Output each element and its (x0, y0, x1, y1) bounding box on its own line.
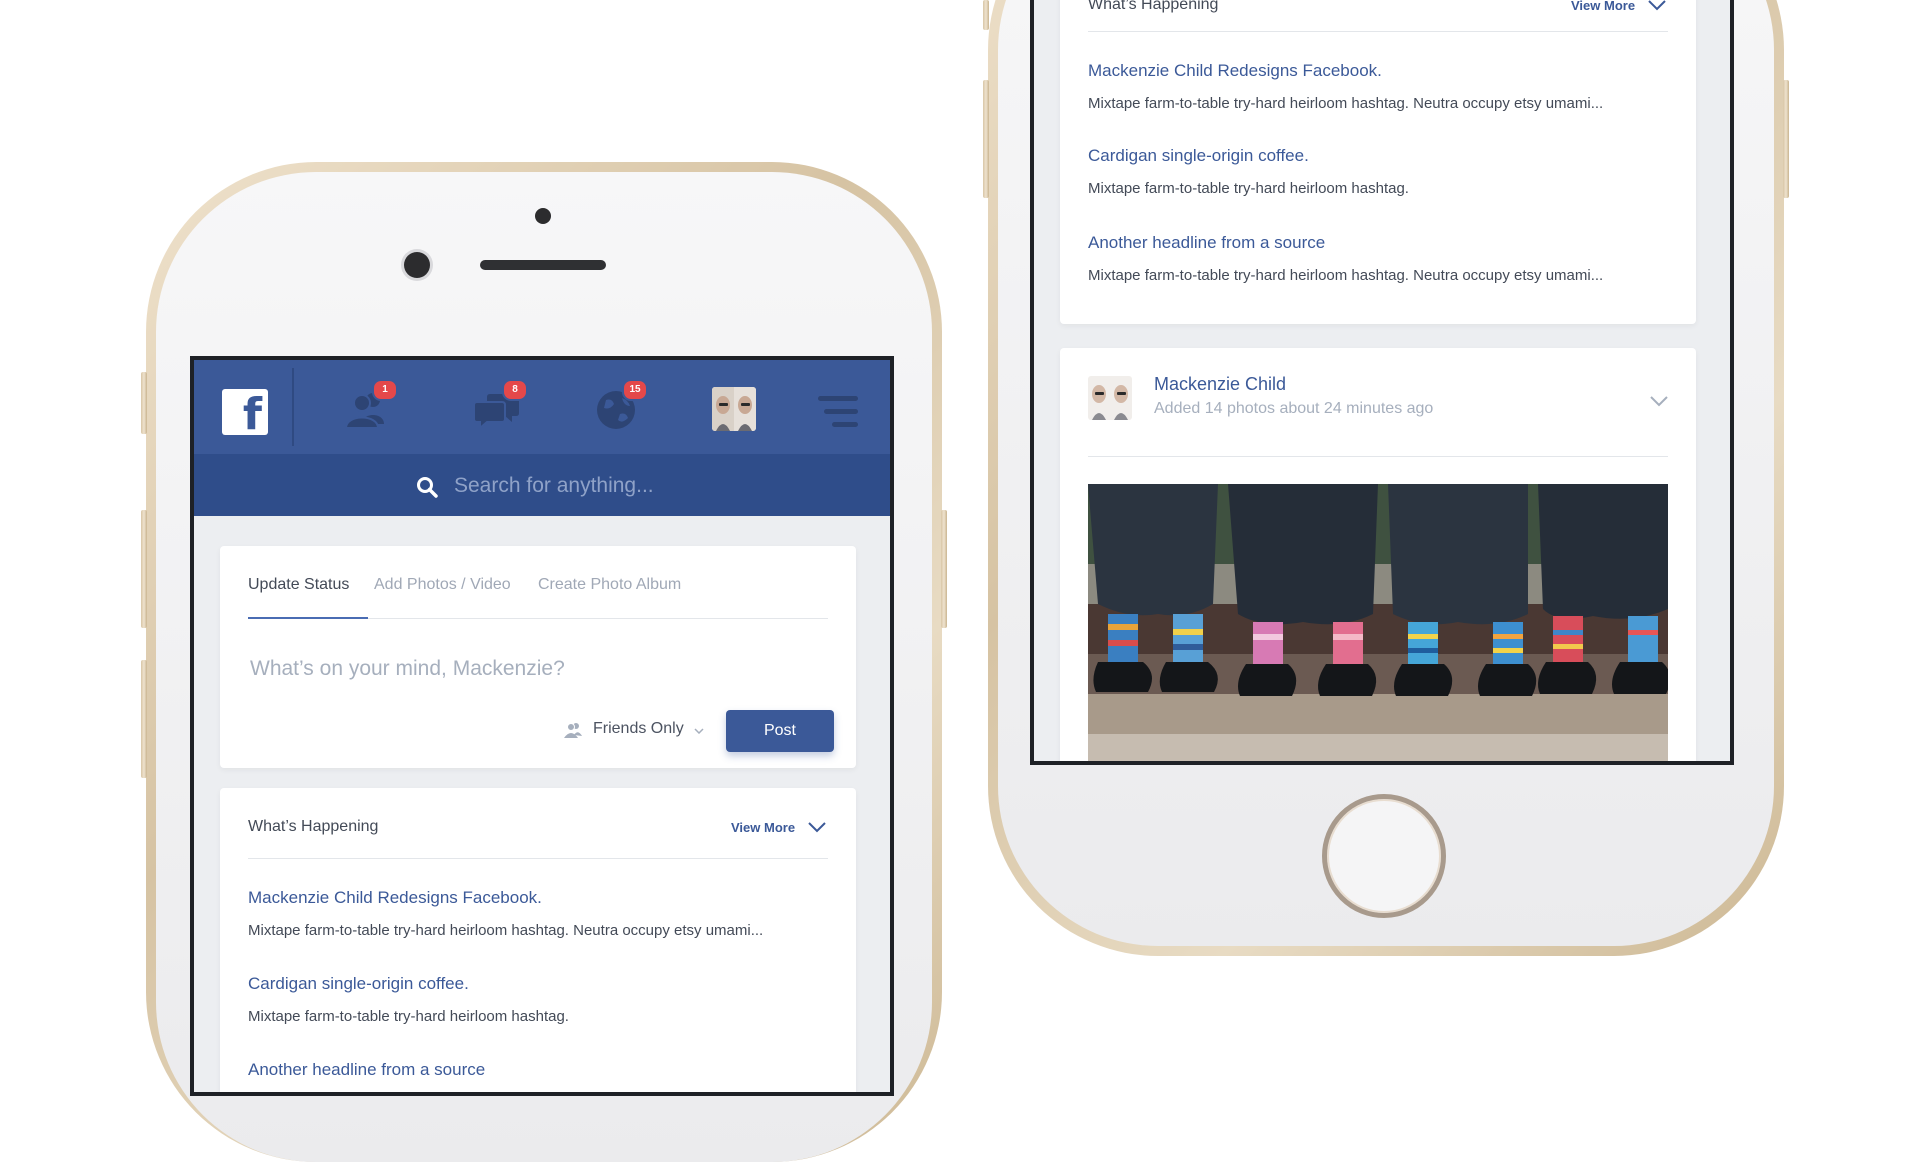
tab-add-photos-video[interactable]: Add Photos / Video (374, 576, 511, 594)
tab-create-photo-album[interactable]: Create Photo Album (538, 576, 681, 594)
view-more-link[interactable]: View More (1571, 0, 1635, 13)
section-divider (248, 858, 828, 859)
tab-update-status[interactable]: Update Status (248, 576, 349, 594)
news-snippet: Mixtape farm-to-table try-hard heirloom … (1088, 267, 1604, 284)
navbar-divider (292, 368, 294, 446)
news-headline[interactable]: Another headline from a source (1088, 233, 1325, 253)
search-icon (417, 477, 438, 498)
messages-icon[interactable]: 8 (472, 379, 528, 432)
chevron-down-icon[interactable] (808, 822, 826, 833)
news-snippet: Mixtape farm-to-table try-hard heirloom … (248, 1008, 569, 1025)
news-snippet: Mixtape farm-to-table try-hard heirloom … (1088, 95, 1604, 112)
right-phone-volume-down (983, 80, 989, 198)
left-phone-speaker (480, 260, 606, 270)
left-phone-volume-down (141, 660, 147, 778)
post-meta: Added 14 photos about 24 minutes ago (1154, 400, 1434, 417)
status-input[interactable] (248, 650, 812, 688)
whats-happening-title: What’s Happening (1088, 0, 1219, 13)
notifications-badge: 15 (622, 379, 648, 401)
whats-happening-card: What’s Happening View More Mackenzie Chi… (220, 788, 856, 1092)
post-button[interactable]: Post (726, 710, 834, 752)
facebook-navbar: f 1 8 15 (194, 360, 890, 454)
left-phone-power-button (941, 510, 947, 628)
chevron-down-icon (694, 728, 704, 734)
active-tab-indicator (248, 617, 368, 619)
right-phone-power-button (1783, 80, 1789, 198)
home-button[interactable] (1322, 794, 1446, 918)
whats-happening-title: What’s Happening (248, 818, 379, 835)
post-author-name[interactable]: Mackenzie Child (1154, 374, 1286, 395)
post-photo[interactable] (1088, 484, 1668, 761)
search-bar (194, 454, 890, 516)
privacy-label: Friends Only (593, 720, 684, 737)
search-input[interactable] (452, 468, 816, 504)
friends-privacy-icon (564, 723, 582, 738)
news-headline[interactable]: Cardigan single-origin coffee. (248, 974, 469, 994)
view-more-link[interactable]: View More (731, 820, 795, 835)
news-snippet: Mixtape farm-to-table try-hard heirloom … (1088, 180, 1409, 197)
post-author-avatar[interactable] (1088, 376, 1132, 420)
friends-badge: 1 (372, 379, 398, 401)
menu-icon[interactable] (814, 396, 858, 430)
left-phone-mute-switch (141, 372, 147, 434)
facebook-logo-letter: f (242, 389, 262, 440)
right-phone-screen: What’s Happening View More Mackenzie Chi… (1030, 0, 1734, 765)
right-phone-volume-up (983, 0, 989, 30)
left-phone-screen: f 1 8 15 Search for anything... Update S… (190, 356, 894, 1096)
friends-icon[interactable]: 1 (342, 379, 398, 432)
globe-icon[interactable]: 15 (592, 379, 648, 432)
news-headline[interactable]: Mackenzie Child Redesigns Facebook. (1088, 61, 1382, 81)
whats-happening-card: What’s Happening View More Mackenzie Chi… (1060, 0, 1696, 324)
left-phone-proximity-sensor (535, 208, 551, 224)
left-phone-front-camera (404, 252, 430, 278)
news-headline[interactable]: Cardigan single-origin coffee. (1088, 146, 1309, 166)
status-composer-card: Update Status Add Photos / Video Create … (220, 546, 856, 768)
tabs-divider (368, 618, 828, 619)
chevron-down-icon[interactable] (1648, 0, 1666, 11)
chevron-down-icon[interactable] (1650, 396, 1668, 407)
facebook-logo-icon[interactable]: f (222, 389, 268, 440)
photo-post-card: Mackenzie Child Added 14 photos about 24… (1060, 348, 1696, 761)
section-divider (1088, 31, 1668, 32)
news-headline[interactable]: Mackenzie Child Redesigns Facebook. (248, 888, 542, 908)
news-snippet: Mixtape farm-to-table try-hard heirloom … (248, 922, 764, 939)
left-phone-volume-up (141, 510, 147, 628)
news-headline[interactable]: Another headline from a source (248, 1060, 485, 1080)
messages-badge: 8 (502, 379, 528, 401)
post-divider (1088, 456, 1668, 457)
navbar-avatar[interactable] (712, 387, 756, 431)
